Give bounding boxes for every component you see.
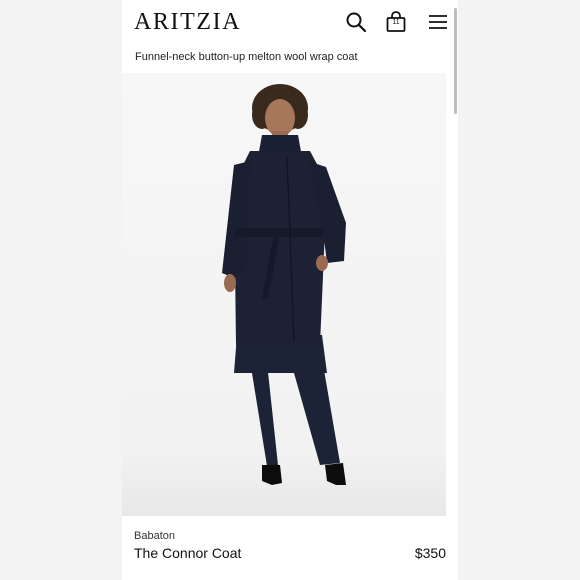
search-icon[interactable] xyxy=(344,10,368,34)
brand-logo[interactable]: ARITZIA xyxy=(134,9,241,36)
brand-name: Babaton xyxy=(134,530,175,542)
product-page: ARITZIA 11 Funnel-neck button-up melton … xyxy=(122,0,458,580)
product-image[interactable] xyxy=(122,73,446,516)
product-price: $350 xyxy=(414,545,446,561)
menu-icon[interactable] xyxy=(426,10,450,34)
product-subtitle: Funnel-neck button-up melton wool wrap c… xyxy=(135,51,358,63)
shopping-bag-icon[interactable]: 11 xyxy=(384,10,408,34)
model-photo xyxy=(222,84,346,485)
scrollbar[interactable] xyxy=(454,8,457,114)
top-bar: ARITZIA 11 xyxy=(122,0,458,44)
product-name[interactable]: The Connor Coat xyxy=(134,545,241,561)
bag-count-badge: 11 xyxy=(392,19,400,26)
